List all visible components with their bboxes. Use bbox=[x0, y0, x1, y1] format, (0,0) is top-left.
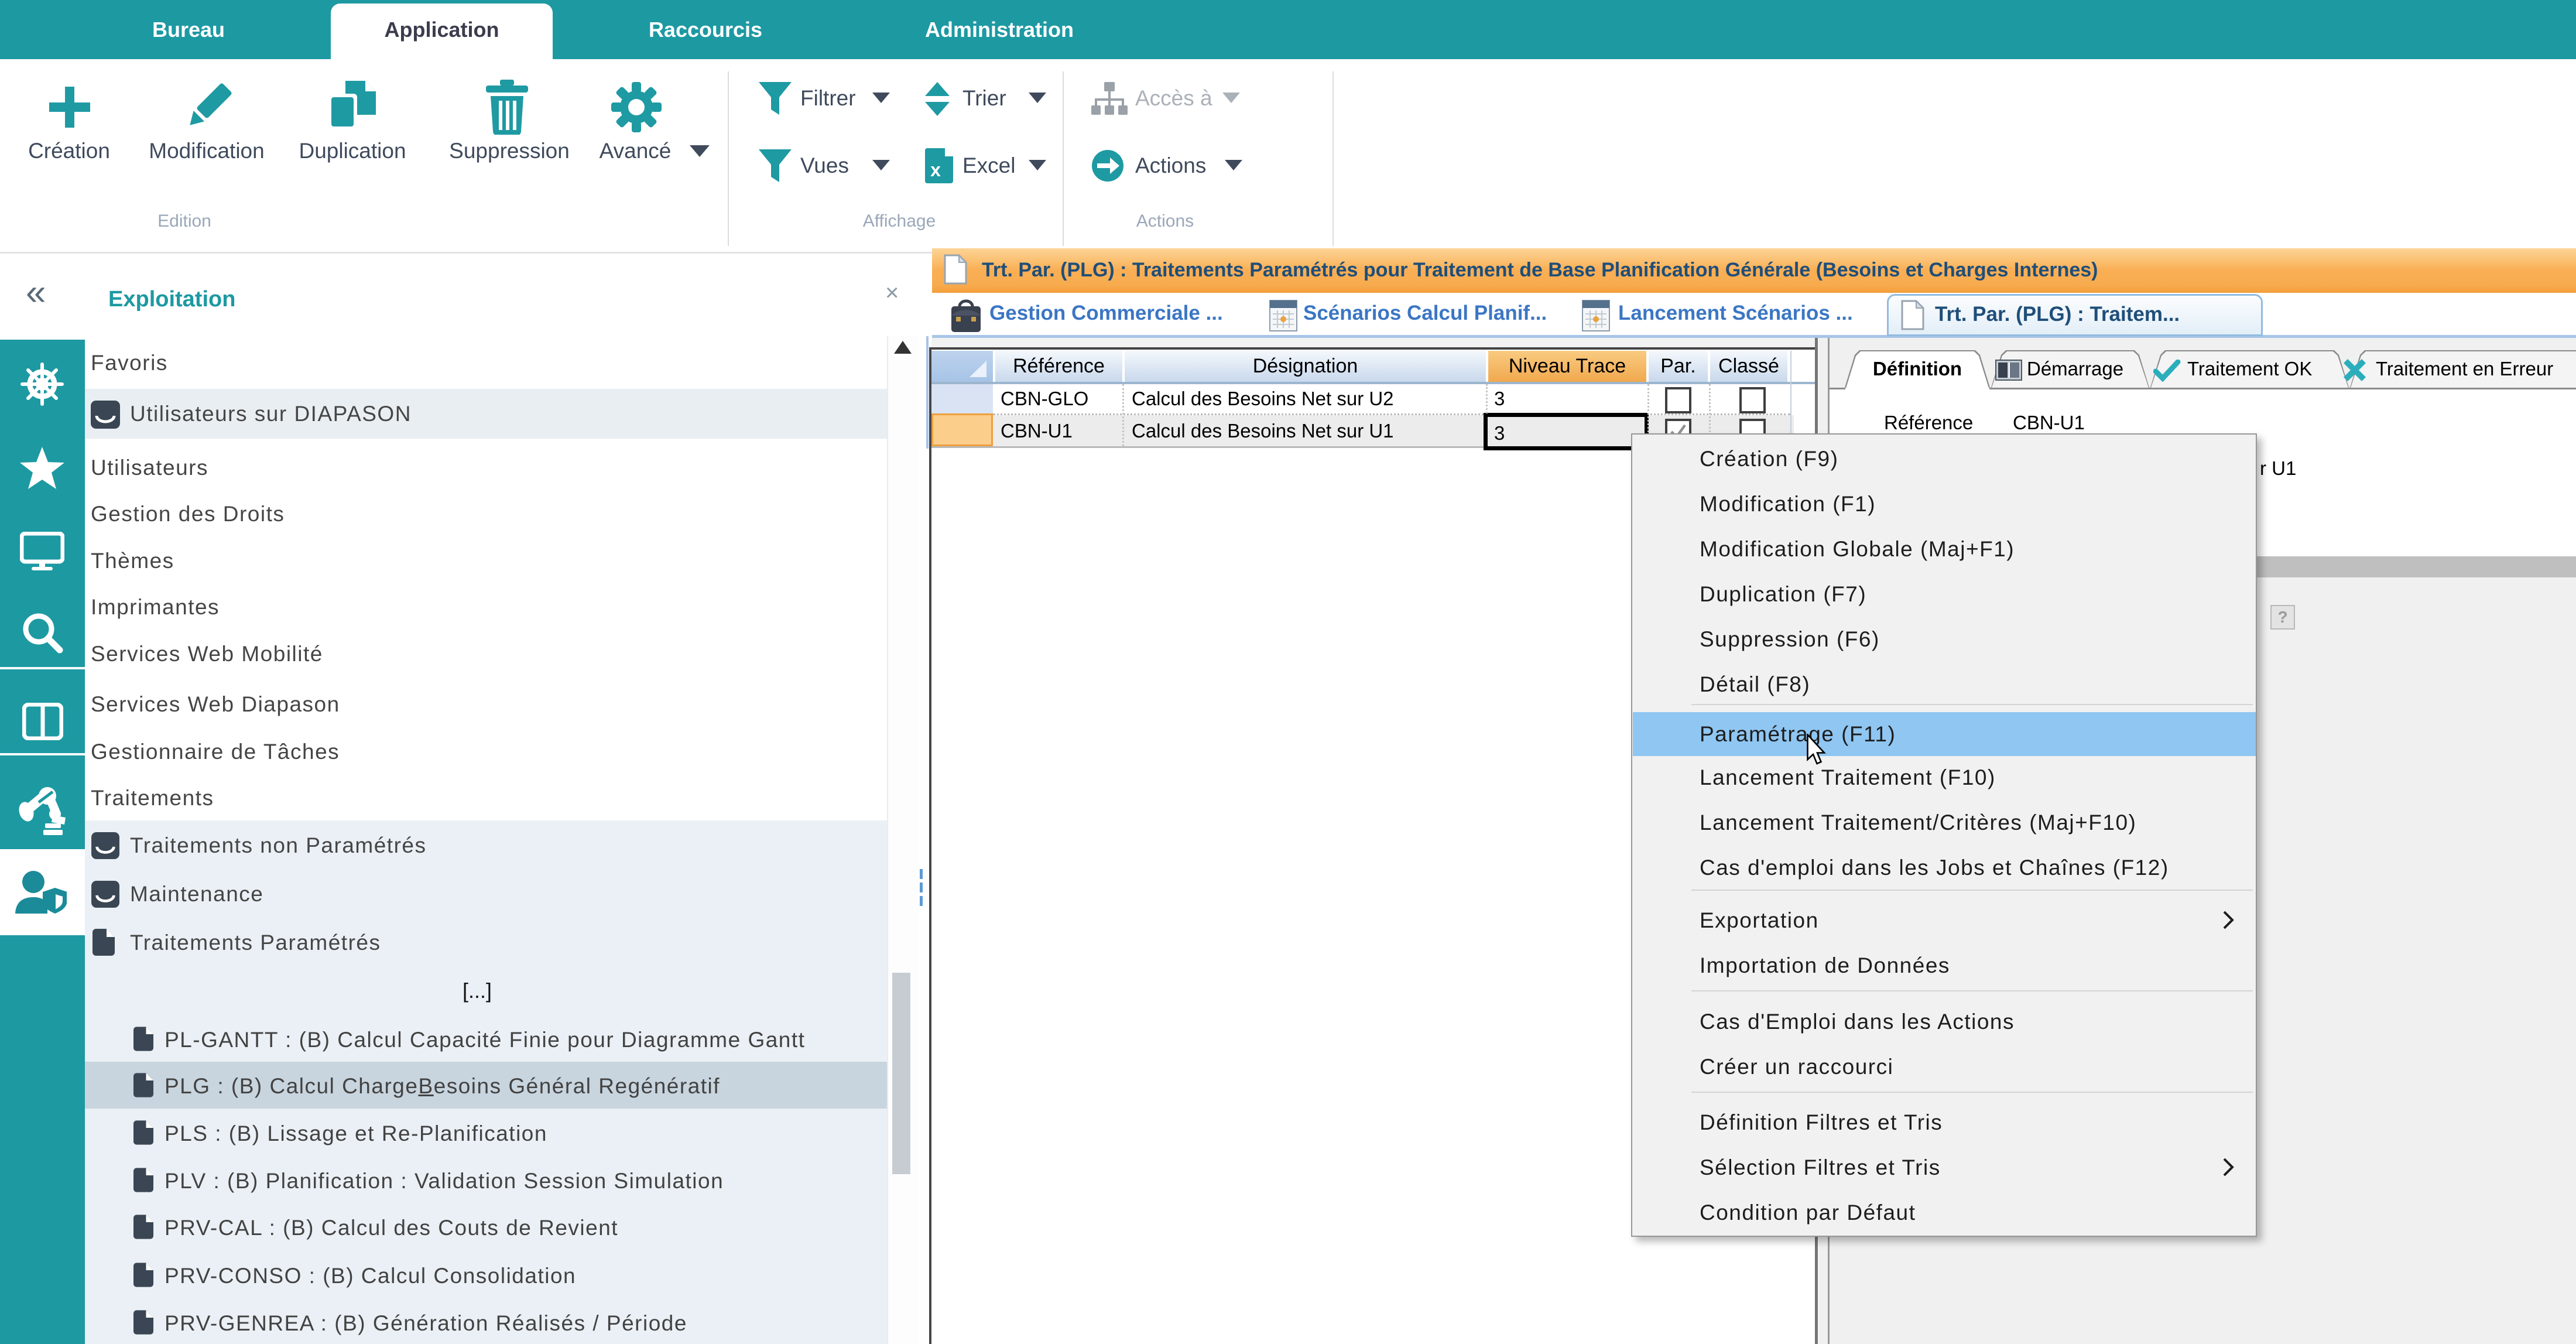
svg-text:x: x bbox=[930, 159, 941, 180]
